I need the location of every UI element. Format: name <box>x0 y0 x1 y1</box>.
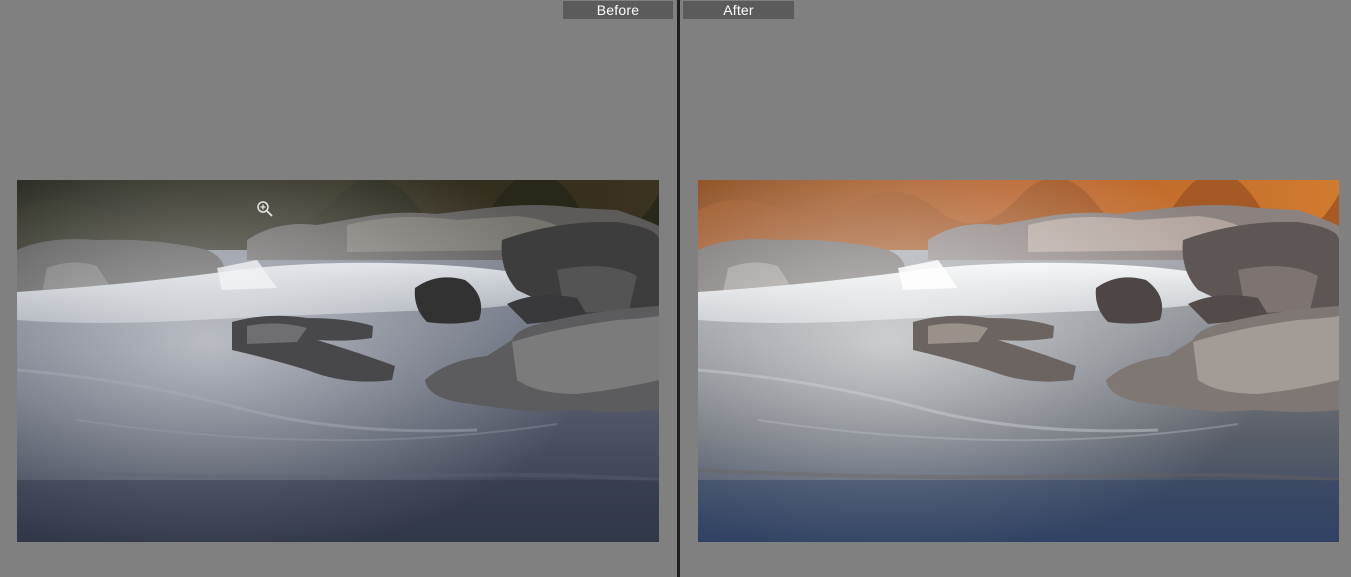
after-photo-image <box>698 180 1339 542</box>
before-pane: Before <box>0 0 677 577</box>
after-photo[interactable] <box>698 180 1339 542</box>
zoom-in-icon <box>257 201 273 217</box>
after-pane: After <box>680 0 1351 577</box>
before-photo-image <box>17 180 659 542</box>
after-label: After <box>683 1 794 19</box>
before-after-compare-view: Before After <box>0 0 1351 577</box>
before-label: Before <box>563 1 673 19</box>
before-photo[interactable] <box>17 180 659 542</box>
